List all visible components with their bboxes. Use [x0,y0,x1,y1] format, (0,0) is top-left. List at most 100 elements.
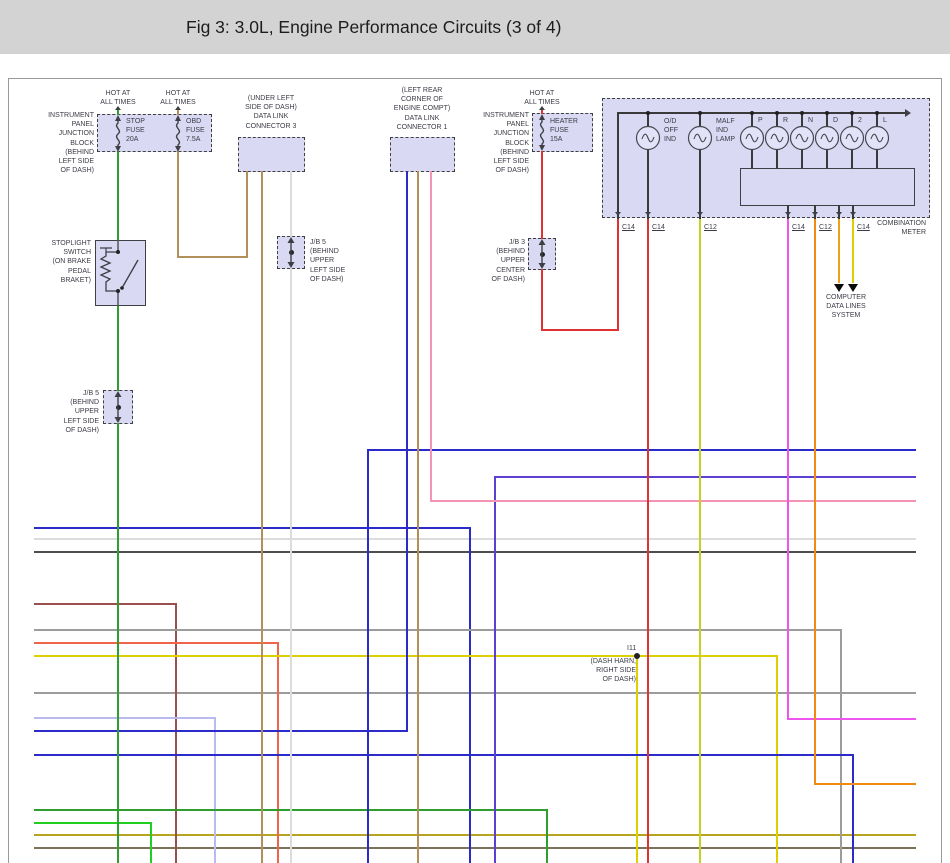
wire-meter-org [814,783,916,785]
wire-rowR2-blured [494,476,916,478]
right-arrow [905,109,911,117]
stop-fuse-label: STOP FUSE 20A [126,118,145,144]
down-arrow [697,212,703,216]
wire-meter-viowht [787,718,916,720]
down-arrow [850,212,856,216]
pin-label-16 [688,221,699,233]
ipjb-right-label: INSTRUMENT PANEL JUNCTION BLOCK (BEHIND … [483,112,529,175]
wire-meter-yelblk [852,217,854,283]
mil-label: MALF IND LAMP [716,118,736,144]
heater-fuse-label: HEATER FUSE 15A [550,118,578,144]
pin-label-yel-red [827,239,838,282]
figure-title: Fig 3: 3.0L, Engine Performance Circuits… [186,17,562,37]
obd-fuse-label: OBD FUSE 7.5A [186,118,205,144]
od-ind-label: O/D OFF IND [664,118,678,144]
pin-label-tach [803,171,814,203]
wire-row6-redyel [34,642,279,644]
junction-dot [800,111,804,115]
wire-row10-bluwht [34,730,408,732]
pin-label-grn-blk [106,183,117,223]
i11-note: (DASH HARN, RIGHT SIDE OF DASH) [590,658,636,684]
hot-label-3: HOT AT ALL TIMES [524,90,560,107]
pin-label-yel-grn [688,239,699,283]
wire-row13-ltgrn [34,822,152,824]
wire-meter-viowht [787,217,789,720]
wire-row1-bluwht [469,527,471,863]
indicator-bulb-8 [864,125,890,156]
indicator-bulb-5 [789,125,815,156]
wire-row9-whtblu [34,717,216,719]
gear-2: 2 [858,117,862,124]
wire-dlc3-wht-lower [290,268,292,863]
indicator-bulb-2 [687,125,713,156]
conn-c14-pin1: C14 [622,224,635,231]
pin-label-brn-wht [250,190,261,236]
title-bar: Fig 3: 3.0L, Engine Performance Circuits… [0,0,950,54]
wire-meter-redwht [647,217,649,863]
pin-label-1 [606,221,617,230]
wire-bulb-out-od [647,149,649,219]
wire-rowR2-blured [494,476,496,863]
wire-heater-redwht [541,151,543,239]
stoplight-switch-label: STOPLIGHT SWITCH (ON BRAKE PEDAL BRAKET) [51,240,91,284]
junction-dot [825,111,829,115]
pin-label-5 [250,176,261,186]
jb3-label: J/B 3 (BEHIND UPPER CENTER OF DASH) [491,239,525,283]
pin-label-k13 [530,154,541,172]
pin-label-+b [395,152,406,168]
pin-label-15 [803,221,814,233]
data-line-arrow-1 [834,284,844,292]
pin-label-spd [776,177,787,203]
computer-data-lines-label: COMPUTER DATA LINES SYSTEM [825,294,867,320]
pin-label-21 [841,221,852,233]
pin-label-e11 [106,372,117,388]
conn-c14-pin6: C14 [652,224,665,231]
wire-meter-bus [617,112,906,114]
junction-dot [646,111,650,115]
junction-dot [875,111,879,115]
wire-row7-yelblk [776,655,778,863]
wire-row13-ltgrn [150,822,152,863]
pin-label-sg [250,154,261,170]
pin-label-org [803,239,814,261]
wire-row9-whtblu [214,717,216,863]
junction-dot [698,111,702,115]
gear-p: P [758,117,763,124]
down-arrow [836,212,842,216]
wire-row8-blkwht [34,692,916,694]
wire-bulb-out-mil [699,149,701,219]
wire-row4-blkred [34,603,177,605]
wire-row5-blkwht [840,629,842,863]
pin-label-red-wht [530,180,541,224]
wire-row7-yelblk-branch [636,655,638,863]
pin-label-red-wht [636,239,647,283]
wire-row15-blkorg [34,847,916,849]
dlc3-box [238,137,305,172]
pin-label-vio-wht [776,239,787,284]
pin-label-a1 [530,224,541,237]
pin-label-mpx1 [827,169,838,203]
pin-label-e1 [406,154,417,168]
obd-fuse-symbol [170,114,186,153]
wire-rowR1-bluyel [367,449,369,863]
indicator-bulb-7 [839,125,865,156]
stoplight-switch-symbol [93,239,149,312]
wire-row14-blkyel [34,834,916,836]
jb-arrow-1 [112,391,124,428]
wire-dlc1-brnwht [417,171,419,863]
pin-label-7 [279,176,290,186]
data-line-arrow-2 [848,284,858,292]
jb5-left-label: J/B 5 (BEHIND UPPER LEFT SIDE OF DASH) [63,390,99,434]
down-arrow [785,212,791,216]
pin-label-a10 [279,271,290,287]
wire-dlc1-pnkblk [430,500,916,502]
pin-label-3 [406,177,417,186]
jb-arrow-2 [285,237,297,273]
combination-meter-label: COMBINATION METER [877,220,926,237]
pin-label-wht [279,191,290,215]
indicator-bulb-6 [814,125,840,156]
wire-dlc1-bluwht [406,171,408,732]
pin-label-9 [419,177,430,186]
junction-dot [850,111,854,115]
indicator-bulb-1 [635,125,661,156]
